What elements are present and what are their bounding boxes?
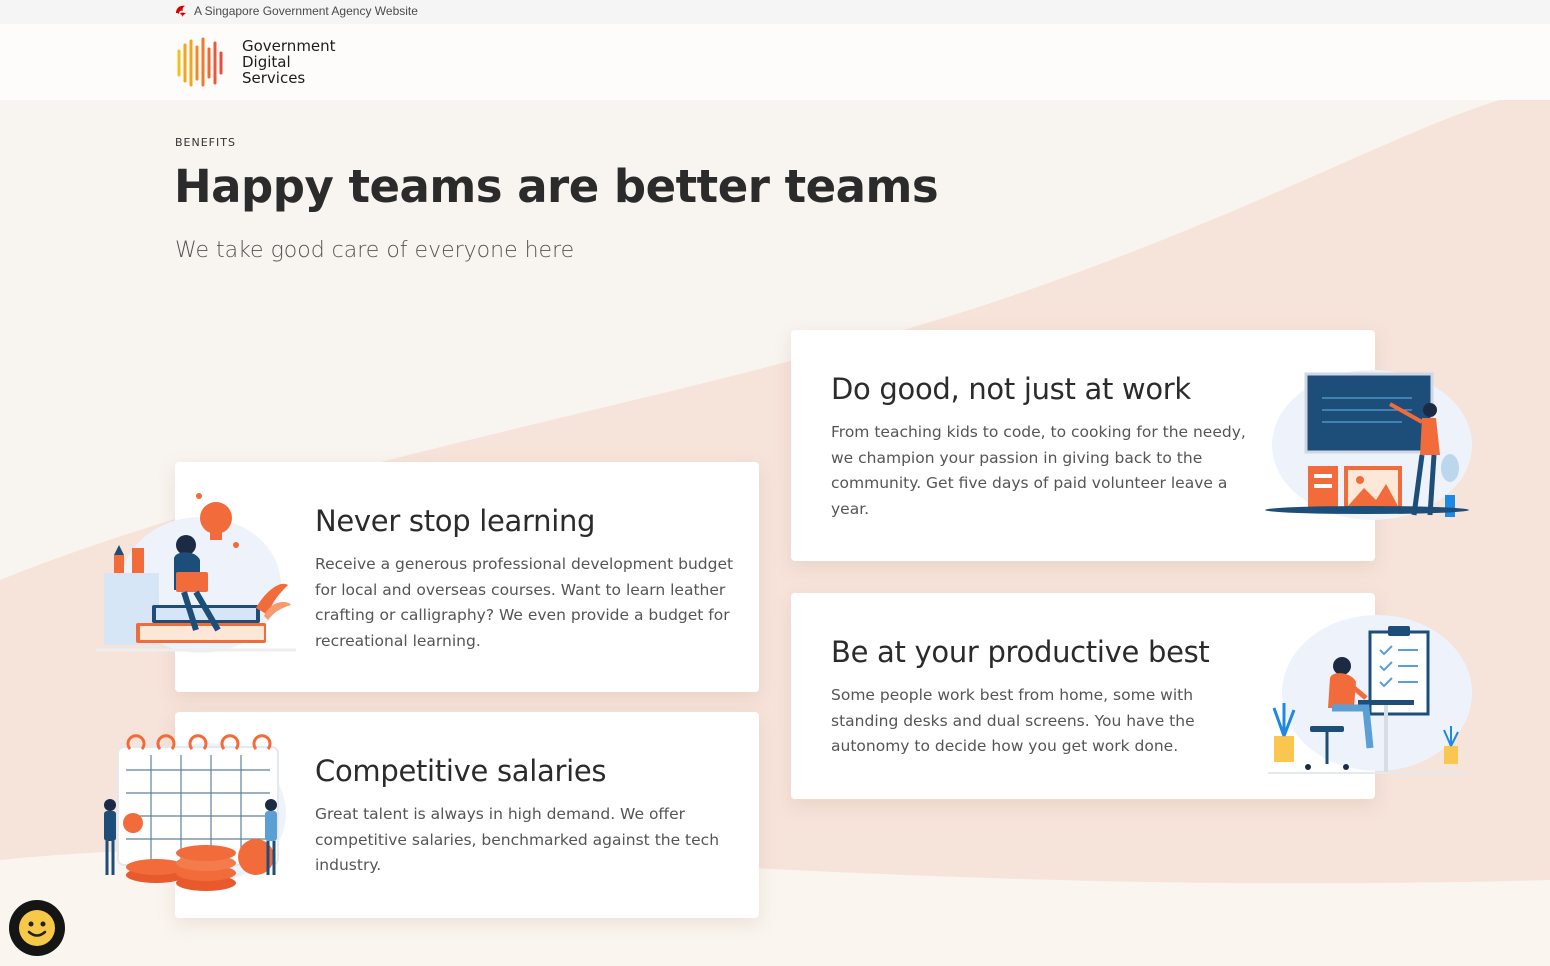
card-body: Great talent is always in high demand. W… — [315, 805, 720, 874]
smiley-face-icon — [19, 910, 55, 946]
section-subtitle: We take good care of everyone here — [175, 238, 575, 263]
learning-illustration — [96, 493, 296, 653]
productive-illustration — [1268, 615, 1472, 774]
card-body: Receive a generous professional developm… — [315, 555, 734, 650]
masthead-text: A Singapore Government Agency Website — [194, 4, 418, 18]
card-title: Do good, not just at work — [831, 372, 1191, 406]
card-body: From teaching kids to code, to cooking f… — [831, 423, 1246, 518]
teaching-illustration — [1265, 370, 1472, 520]
lion-head-icon — [176, 5, 186, 17]
logo-line-1: Government — [242, 37, 336, 55]
feedback-button[interactable] — [9, 900, 65, 956]
card-title: Never stop learning — [315, 504, 596, 538]
gds-logo-icon — [177, 37, 223, 87]
government-masthead: A Singapore Government Agency Website — [0, 0, 1550, 24]
card-body: Some people work best from home, some wi… — [831, 686, 1195, 755]
section-eyebrow: BENEFITS — [175, 136, 236, 149]
section-title: Happy teams are better teams — [174, 160, 939, 213]
card-title: Be at your productive best — [831, 635, 1210, 669]
card-title: Competitive salaries — [315, 754, 607, 788]
gds-logo-link[interactable]: Government Digital Services — [176, 37, 336, 87]
logo-line-3: Services — [242, 69, 306, 87]
salary-illustration — [104, 734, 286, 891]
site-header: Government Digital Services — [0, 24, 1550, 100]
logo-line-2: Digital — [242, 53, 291, 71]
gds-logo-text: Government Digital Services — [242, 38, 336, 86]
